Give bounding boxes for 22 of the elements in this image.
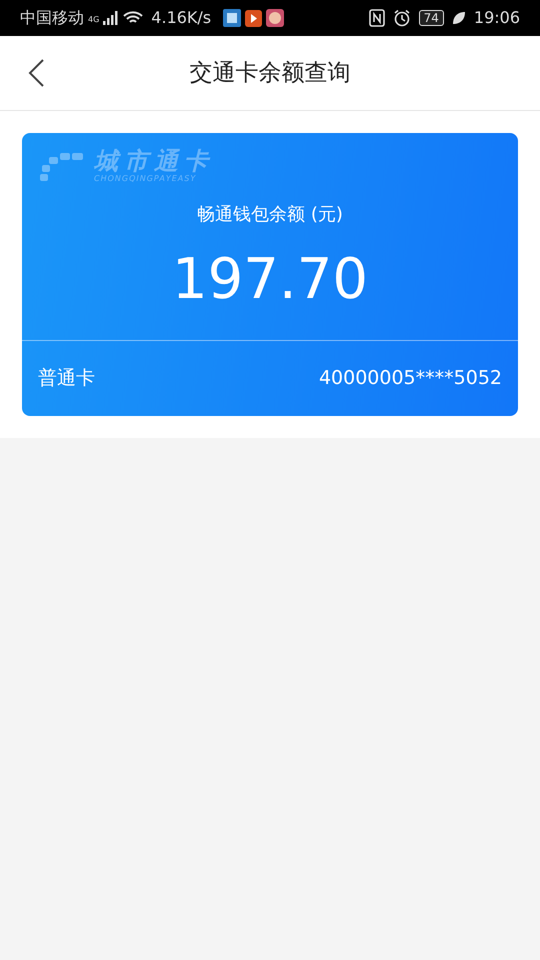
carrier-name: 中国移动 (20, 7, 84, 29)
logo-icon (38, 152, 86, 182)
card-type: 普通卡 (38, 366, 95, 392)
alarm-icon (392, 9, 411, 27)
leaf-icon (452, 11, 466, 25)
balance-label: 畅通钱包余额 (元) (197, 204, 343, 225)
back-button[interactable] (26, 58, 46, 88)
clock-time: 19:06 (474, 7, 520, 29)
page-title: 交通卡余额查询 (190, 58, 350, 88)
card-number: 40000005****5052 (318, 366, 502, 392)
play-icon (245, 10, 262, 26)
balance-amount: 197.70 (172, 247, 368, 312)
battery-icon: 74 (418, 10, 444, 26)
avatar-icon (266, 9, 284, 27)
nfc-icon (368, 9, 385, 27)
network-speed: 4.16K/s (151, 7, 212, 29)
wifi-icon (123, 11, 144, 25)
app-icon (223, 9, 242, 27)
logo-title: 城市通卡 (94, 149, 214, 173)
logo-subtitle: CHONGQINGPAYEASY (94, 173, 198, 185)
signal-icon (103, 11, 120, 25)
network-type: 4G (88, 14, 100, 26)
